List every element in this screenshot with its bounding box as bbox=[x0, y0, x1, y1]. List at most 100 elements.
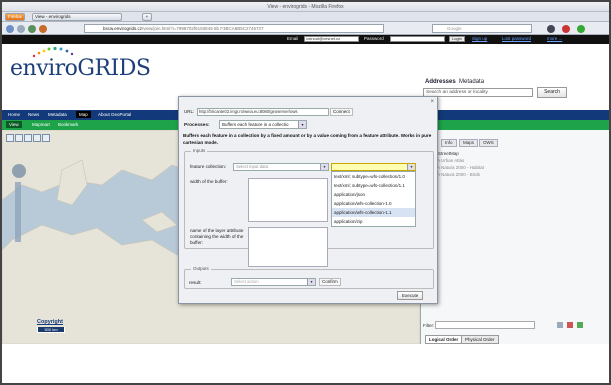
email-field[interactable]: votnout@cesnet.cz bbox=[304, 36, 359, 42]
outputs-legend: Outputs bbox=[191, 266, 211, 271]
browser-navbar: bscw.envirogrids.cz/view/join.html?i=799… bbox=[2, 22, 609, 35]
tab-info[interactable]: Info bbox=[441, 139, 457, 147]
signup-link[interactable]: Sign up bbox=[472, 36, 487, 41]
tab-physical-order[interactable]: Physical Order bbox=[461, 335, 499, 344]
lost-password-link[interactable]: Lost password bbox=[502, 36, 531, 41]
mime-option[interactable]: application/wfs-collection-1.0 bbox=[332, 199, 415, 208]
inputs-legend: Inputs bbox=[191, 148, 208, 153]
ruler-icon[interactable] bbox=[33, 134, 41, 142]
password-field[interactable] bbox=[390, 36, 445, 42]
forward-icon[interactable] bbox=[17, 25, 25, 33]
result-label: result: bbox=[189, 280, 202, 285]
chevron-down-icon: ▾ bbox=[320, 164, 328, 170]
window-title: View - envirogrids - Mozilla Firefox bbox=[267, 4, 344, 10]
home-icon[interactable] bbox=[39, 25, 47, 33]
search-bar[interactable]: Google bbox=[432, 24, 532, 33]
execute-button[interactable]: Execute bbox=[397, 291, 424, 300]
logo-text: enviroGRIDS bbox=[10, 56, 151, 81]
addon-icon[interactable] bbox=[547, 25, 555, 33]
remove-layer-icon[interactable] bbox=[567, 322, 573, 328]
close-icon[interactable]: × bbox=[430, 99, 434, 105]
tab-maps[interactable]: Maps bbox=[459, 139, 479, 147]
inputs-fieldset: Inputs feature collection: Select input … bbox=[184, 148, 434, 267]
pan-icon[interactable] bbox=[15, 134, 23, 142]
layer-tool-icon[interactable] bbox=[557, 322, 563, 328]
metadata-tab[interactable]: Metadata bbox=[459, 79, 484, 85]
browser-titlebar: View - envirogrids - Mozilla Firefox bbox=[2, 2, 609, 12]
firefox-menu-button[interactable]: Firefox bbox=[5, 13, 25, 21]
login-button[interactable]: Login bbox=[449, 36, 465, 42]
processes-label: Processes: bbox=[184, 123, 210, 128]
map-scalebar: 500 km bbox=[37, 327, 65, 333]
nav-home[interactable]: Home bbox=[8, 112, 20, 117]
mime-type-select[interactable]: ▾ bbox=[331, 163, 416, 171]
feature-collection-select[interactable]: Select input data ▾ bbox=[233, 163, 329, 171]
map-toolbar bbox=[6, 134, 58, 144]
mime-option[interactable]: application/json bbox=[332, 190, 415, 199]
zoom-box-icon[interactable] bbox=[6, 134, 14, 142]
addresses-tab[interactable]: Addresses bbox=[425, 79, 456, 85]
map-copyright[interactable]: Copyright bbox=[37, 319, 63, 325]
layer-panel: Info Maps OWS OpenStreetMap BSA Urban At… bbox=[420, 130, 609, 344]
chevron-down-icon: ▾ bbox=[307, 279, 315, 285]
nav-metadata[interactable]: Metadata bbox=[48, 112, 67, 117]
info-icon[interactable] bbox=[42, 134, 50, 142]
process-select[interactable]: Buffers each feature in a collectio ▾ bbox=[219, 120, 307, 129]
email-label: Email bbox=[287, 36, 299, 41]
measure-icon[interactable] bbox=[24, 134, 32, 142]
mime-type-dropdown: text/xml; subtype=wfs-collection/1.0 tex… bbox=[331, 171, 416, 227]
url-field[interactable]: http://bricante02.imgr.ro/weia.eu:8080/g… bbox=[197, 108, 329, 116]
back-icon[interactable] bbox=[6, 25, 14, 33]
attribute-label: name of the layer attribute containing t… bbox=[190, 228, 244, 245]
nav-map[interactable]: Map bbox=[76, 111, 91, 118]
mime-option[interactable]: application/zip bbox=[332, 217, 415, 226]
nav-mapmart[interactable]: Mapmart bbox=[32, 122, 50, 127]
logo-dots-icon bbox=[32, 46, 74, 58]
tab-ows[interactable]: OWS bbox=[479, 139, 498, 147]
addon-icon-2[interactable] bbox=[562, 25, 570, 33]
feature-collection-label: feature collection: bbox=[190, 164, 227, 169]
connect-button[interactable]: Connect bbox=[330, 108, 353, 116]
result-select[interactable]: Select action ▾ bbox=[231, 278, 316, 286]
filter-input[interactable] bbox=[435, 321, 535, 329]
filter-label: Filter: bbox=[423, 323, 435, 328]
confirm-button[interactable]: Confirm bbox=[319, 278, 341, 286]
nav-about[interactable]: About GeoPortal bbox=[98, 112, 131, 117]
width-input[interactable] bbox=[248, 178, 328, 222]
envirogrids-logo[interactable]: enviroGRIDS bbox=[10, 46, 151, 81]
process-select-value: Buffers each feature in a collectio bbox=[222, 122, 289, 127]
mime-option[interactable]: text/xml; subtype=wfs-collection/1.1 bbox=[332, 181, 415, 190]
process-description: Buffers each feature in a collection by … bbox=[183, 133, 432, 145]
nav-news[interactable]: News bbox=[28, 112, 39, 117]
new-tab-icon[interactable]: + bbox=[142, 13, 152, 21]
pan-control-icon[interactable] bbox=[12, 164, 26, 178]
chevron-down-icon: ▾ bbox=[298, 121, 306, 128]
mime-option-selected[interactable]: application/wfs-collection-1.1 bbox=[332, 208, 415, 217]
add-layer-icon[interactable] bbox=[577, 322, 583, 328]
address-search-button[interactable]: Search bbox=[537, 87, 567, 98]
width-label: width of the buffer: bbox=[190, 179, 228, 184]
result-select-value: Select action bbox=[234, 279, 259, 284]
nav-view[interactable]: View bbox=[6, 121, 22, 128]
browser-tab[interactable]: View - envirogrids bbox=[32, 13, 122, 21]
site-login-bar: Email votnout@cesnet.cz Password Login S… bbox=[2, 35, 609, 44]
url-bar[interactable]: bscw.envirogrids.cz/view/join.html?i=799… bbox=[84, 24, 384, 33]
mime-option[interactable]: text/xml; subtype=wfs-collection/1.0 bbox=[332, 172, 415, 181]
url-path: /view/join.html?i=7998702f6193849 8b F3B… bbox=[142, 26, 264, 31]
password-label: Password bbox=[364, 36, 384, 41]
wps-dialog: × URL: http://bricante02.imgr.ro/weia.eu… bbox=[178, 96, 438, 304]
url-domain: bscw.envirogrids.cz bbox=[103, 26, 143, 31]
address-metadata-tabs: Addresses Metadata bbox=[425, 79, 484, 85]
address-search-input[interactable]: Search an address or locality bbox=[423, 88, 533, 97]
attribute-input[interactable] bbox=[248, 227, 328, 267]
zoom-slider[interactable] bbox=[15, 182, 21, 242]
more-link[interactable]: more ... bbox=[547, 36, 562, 41]
chevron-down-icon: ▾ bbox=[407, 164, 415, 170]
nav-bookmark[interactable]: Bookmark bbox=[58, 122, 78, 127]
addon-icon-3[interactable] bbox=[577, 25, 585, 33]
feature-collection-value: Select input data bbox=[236, 164, 269, 169]
reload-icon[interactable] bbox=[28, 25, 36, 33]
url-label: URL: bbox=[184, 109, 195, 114]
tab-logical-order[interactable]: Logical Order bbox=[425, 335, 463, 344]
browser-tabbar: Firefox View - envirogrids + bbox=[2, 12, 609, 22]
